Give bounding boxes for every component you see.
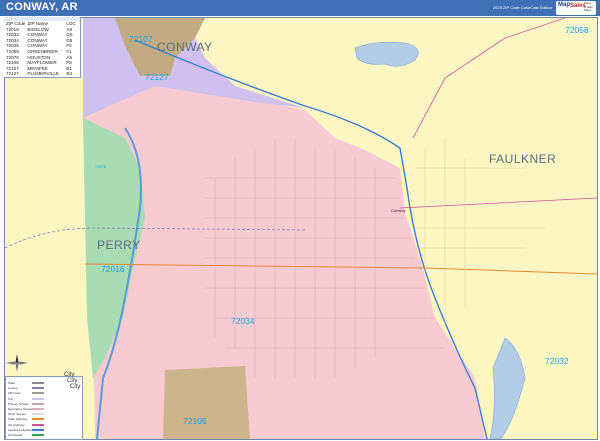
zip-area-72106 xyxy=(163,366,250,439)
county-label-perry: PERRY xyxy=(97,238,141,252)
place-label-conway: Conway xyxy=(391,208,406,213)
map-canvas[interactable]: 72107 72127 72058 72016 72034 72032 7210… xyxy=(4,17,598,440)
loc-cell: B3 xyxy=(66,71,72,77)
legend-label: Secondary Streets xyxy=(8,407,33,411)
legend-label: Interstate Highway xyxy=(8,427,33,432)
zip-label-72058: 72058 xyxy=(565,25,589,35)
map-header: CONWAY, AR 2023 ZIP Code ColorCast Editi… xyxy=(0,0,600,16)
legend-label: State Highway xyxy=(8,417,28,422)
zip-label-72070: 72070 xyxy=(95,164,107,169)
zip-table-row: 72127 PLUMERVILLE B3 xyxy=(4,71,80,77)
zip-code-cell: 72127 xyxy=(6,71,19,77)
zip-label-72106: 72106 xyxy=(183,416,207,426)
logo-part-map: Map xyxy=(558,2,570,8)
legend-symbol xyxy=(32,434,44,436)
legend-symbol xyxy=(32,392,44,395)
zip-label-72107: 72107 xyxy=(129,34,153,44)
legend-symbol xyxy=(32,402,44,405)
zip-name-cell: PLUMERVILLE xyxy=(27,71,59,77)
legend-label: City xyxy=(8,396,14,401)
edition-label: 2023 ZIP Code ColorCast Edition xyxy=(492,5,552,10)
legend-label: Minor Streets xyxy=(8,412,26,417)
legend-symbol xyxy=(32,413,44,416)
legend-symbol xyxy=(32,387,44,390)
legend-label: ZIP Code xyxy=(8,391,21,396)
zip-label-72016: 72016 xyxy=(101,264,125,274)
legend-symbol xyxy=(32,423,44,426)
legend-label: Toll Roads xyxy=(8,433,23,437)
legend-label: State xyxy=(8,381,16,385)
lake-beaverfork xyxy=(354,41,419,67)
logo-tagline: Maps & Wall Maps xyxy=(584,1,593,12)
zip-label-72032: 72032 xyxy=(545,356,569,366)
city-mark-3: City xyxy=(70,384,81,390)
legend-symbol xyxy=(32,428,44,431)
map-title: CONWAY, AR xyxy=(6,1,78,13)
county-label-conway: CONWAY xyxy=(157,40,213,54)
map-svg xyxy=(5,18,597,439)
legend-label: County xyxy=(8,386,18,391)
compass-rose-icon xyxy=(6,354,28,372)
county-label-faulkner: FAULKNER xyxy=(489,152,557,166)
legend-symbol xyxy=(32,397,44,400)
legend-symbol xyxy=(32,382,44,384)
zip-code-table: ZIP Code ZIP Name LOC 72016 BIGELOW A8 7203… xyxy=(4,17,81,78)
legend-symbol xyxy=(32,418,44,421)
zip-table-body: 72016 BIGELOW A8 72032 CONWAY G5 72034 CONWAY D5… xyxy=(4,27,80,77)
zip-label-72127: 72127 xyxy=(145,72,169,82)
legend-label: US Highway xyxy=(8,422,25,427)
city-symbol: City City City xyxy=(64,372,80,390)
legend-label: Primary Streets xyxy=(8,401,29,406)
legend-symbol xyxy=(32,408,44,410)
zip-label-72034: 72034 xyxy=(231,316,255,326)
mapsales-logo[interactable]: Map Sales Maps & Wall Maps xyxy=(556,1,596,15)
